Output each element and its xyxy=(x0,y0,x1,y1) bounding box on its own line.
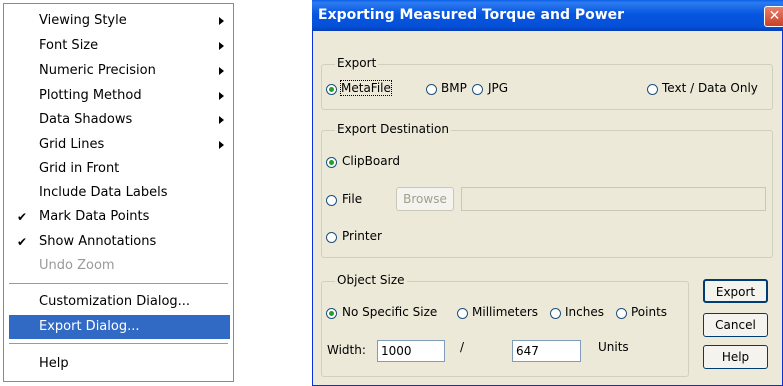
file-path-input[interactable] xyxy=(461,187,766,211)
points-radio[interactable] xyxy=(616,308,627,319)
millimeters-radio[interactable] xyxy=(457,308,468,319)
close-icon[interactable]: ✕ xyxy=(764,6,783,27)
height-input[interactable]: 647 xyxy=(512,340,581,362)
menu-item-label: Grid Lines xyxy=(39,137,105,152)
submenu-arrow-icon xyxy=(219,67,224,75)
submenu-arrow-icon xyxy=(219,92,224,100)
millimeters-label[interactable]: Millimeters xyxy=(472,305,538,319)
menu-item-grid-lines[interactable]: Grid Lines xyxy=(4,133,233,157)
menu-item-help[interactable]: Help xyxy=(4,352,233,376)
menu-separator xyxy=(9,343,228,345)
inches-label[interactable]: Inches xyxy=(565,305,604,319)
submenu-arrow-icon xyxy=(219,17,224,25)
menu-item-data-shadows[interactable]: Data Shadows xyxy=(4,108,233,132)
menu-item-font-size[interactable]: Font Size xyxy=(4,34,233,58)
dialog-title: Exporting Measured Torque and Power xyxy=(318,7,625,23)
bmp-label[interactable]: BMP xyxy=(441,81,467,95)
no-specific-size-label[interactable]: No Specific Size xyxy=(342,305,437,319)
cancel-button[interactable]: Cancel xyxy=(703,313,768,337)
inches-radio[interactable] xyxy=(550,308,561,319)
menu-item-label: Data Shadows xyxy=(39,112,133,127)
object-size-group xyxy=(321,281,689,377)
menu-item-viewing-style[interactable]: Viewing Style xyxy=(4,9,233,33)
clipboard-radio[interactable] xyxy=(326,157,337,168)
menu-item-label: Export Dialog... xyxy=(39,319,140,334)
text-data-only-label[interactable]: Text / Data Only xyxy=(662,81,758,95)
width-input[interactable]: 1000 xyxy=(377,340,445,362)
menu-item-numeric-precision[interactable]: Numeric Precision xyxy=(4,59,233,83)
destination-group-title: Export Destination xyxy=(335,122,451,136)
export-group-title: Export xyxy=(335,56,379,70)
checkmark-icon: ✔ xyxy=(17,210,28,224)
menu-item-label: Customization Dialog... xyxy=(39,294,191,309)
jpg-label[interactable]: JPG xyxy=(488,81,508,95)
bmp-radio[interactable] xyxy=(426,84,437,95)
menu-item-label: Plotting Method xyxy=(39,88,142,103)
size-separator: / xyxy=(460,340,465,354)
menu-item-label: Help xyxy=(39,356,69,371)
menu-item-undo-zoom: Undo Zoom xyxy=(4,254,233,278)
submenu-arrow-icon xyxy=(219,42,224,50)
menu-item-label: Grid in Front xyxy=(39,161,120,176)
help-button[interactable]: Help xyxy=(703,345,768,369)
checkmark-icon: ✔ xyxy=(17,235,28,249)
menu-separator xyxy=(9,283,228,285)
file-radio[interactable] xyxy=(326,195,337,206)
object-size-group-title: Object Size xyxy=(335,273,407,287)
metafile-radio[interactable] xyxy=(326,84,337,95)
export-button[interactable]: Export xyxy=(703,279,768,303)
no-specific-size-radio[interactable] xyxy=(326,308,337,319)
dialog-titlebar[interactable]: Exporting Measured Torque and Power xyxy=(312,0,783,31)
menu-item-plotting-method[interactable]: Plotting Method xyxy=(4,84,233,108)
menu-item-grid-in-front[interactable]: Grid in Front xyxy=(4,157,233,181)
menu-item-include-data-labels[interactable]: Include Data Labels xyxy=(4,181,233,205)
menu-item-customization-dialog[interactable]: Customization Dialog... xyxy=(4,290,233,314)
submenu-arrow-icon xyxy=(219,116,224,124)
printer-radio[interactable] xyxy=(326,232,337,243)
submenu-arrow-icon xyxy=(219,141,224,149)
context-menu: Viewing Style Font Size Numeric Precisio… xyxy=(3,3,234,382)
text-data-only-radio[interactable] xyxy=(647,84,658,95)
menu-item-label: Viewing Style xyxy=(39,13,127,28)
file-label[interactable]: File xyxy=(342,192,362,206)
export-dialog: Exporting Measured Torque and Power ✕ Ex… xyxy=(312,0,783,386)
printer-label[interactable]: Printer xyxy=(342,229,382,243)
browse-button[interactable]: Browse xyxy=(396,187,454,211)
menu-item-label: Numeric Precision xyxy=(39,63,156,78)
menu-item-label: Undo Zoom xyxy=(39,258,115,273)
clipboard-label[interactable]: ClipBoard xyxy=(342,154,400,168)
menu-item-mark-data-points[interactable]: ✔ Mark Data Points xyxy=(4,205,233,229)
units-label: Units xyxy=(598,340,629,354)
metafile-label[interactable]: MetaFile xyxy=(340,80,392,96)
jpg-radio[interactable] xyxy=(472,84,483,95)
menu-item-label: Show Annotations xyxy=(39,234,157,249)
width-label: Width: xyxy=(327,343,366,357)
menu-item-export-dialog[interactable]: Export Dialog... xyxy=(9,315,230,339)
points-label[interactable]: Points xyxy=(631,305,667,319)
menu-item-label: Font Size xyxy=(39,38,99,53)
menu-item-label: Mark Data Points xyxy=(39,209,150,224)
menu-item-label: Include Data Labels xyxy=(39,185,168,200)
menu-item-show-annotations[interactable]: ✔ Show Annotations xyxy=(4,230,233,254)
